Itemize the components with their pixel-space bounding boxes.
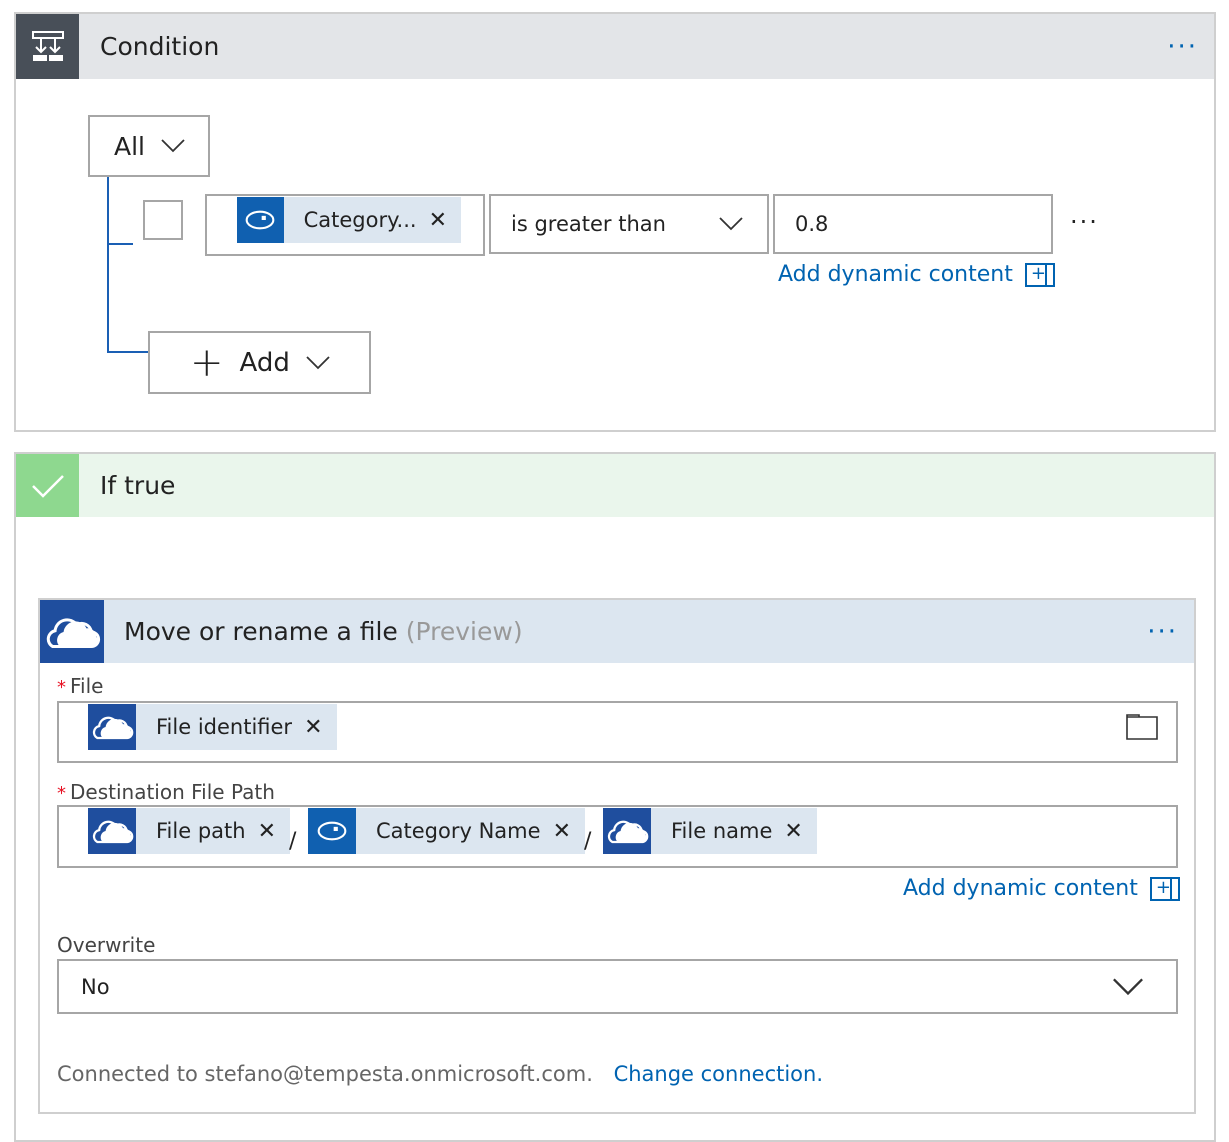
add-dynamic-content-icon: + bbox=[1024, 262, 1055, 287]
remove-token-icon[interactable]: ✕ bbox=[429, 208, 461, 233]
remove-token-icon[interactable]: ✕ bbox=[553, 819, 585, 844]
eye-icon bbox=[308, 808, 356, 854]
remove-token-icon[interactable]: ✕ bbox=[784, 819, 816, 844]
if-true-title: If true bbox=[100, 471, 176, 500]
onedrive-cloud-icon bbox=[603, 808, 651, 854]
token-label: File identifier bbox=[156, 715, 293, 739]
operator-value: is greater than bbox=[511, 212, 666, 236]
file-path-token[interactable]: File path ✕ bbox=[88, 808, 290, 854]
condition-icon bbox=[16, 14, 79, 79]
if-true-header[interactable]: If true bbox=[16, 454, 1214, 517]
tree-branch bbox=[107, 351, 148, 353]
destination-input[interactable]: File path ✕ / Category Name ✕ / File nam… bbox=[57, 805, 1178, 868]
dynamic-token[interactable]: Category... ✕ bbox=[237, 197, 461, 243]
tree-line bbox=[107, 177, 109, 353]
value-text: 0.8 bbox=[795, 212, 829, 236]
file-label: * File bbox=[57, 674, 104, 698]
file-input[interactable]: File identifier ✕ bbox=[57, 701, 1178, 763]
condition-title: Condition bbox=[100, 32, 220, 61]
add-dynamic-content-label: Add dynamic content bbox=[903, 876, 1138, 901]
action-more-button[interactable]: ··· bbox=[1147, 617, 1178, 647]
value-input[interactable]: 0.8 bbox=[773, 194, 1053, 254]
row-checkbox[interactable] bbox=[143, 200, 183, 240]
onedrive-cloud-icon bbox=[88, 704, 136, 750]
add-button[interactable]: + Add bbox=[148, 331, 371, 394]
group-operator-dropdown[interactable]: All bbox=[88, 115, 210, 177]
add-dynamic-content-label: Add dynamic content bbox=[778, 262, 1013, 287]
group-operator-value: All bbox=[114, 131, 145, 161]
file-name-token[interactable]: File name ✕ bbox=[603, 808, 817, 854]
add-dynamic-content-link[interactable]: Add dynamic content + bbox=[778, 262, 1055, 287]
token-label: Category... bbox=[303, 208, 417, 232]
add-dynamic-content-icon: + bbox=[1149, 876, 1180, 901]
change-connection-link[interactable]: Change connection. bbox=[614, 1062, 823, 1086]
action-header[interactable]: Move or rename a file (Preview) ··· bbox=[40, 600, 1194, 663]
remove-token-icon[interactable]: ✕ bbox=[304, 715, 336, 740]
checkmark-icon bbox=[16, 454, 79, 517]
connection-footer: Connected to stefano@tempesta.onmicrosof… bbox=[57, 1062, 823, 1086]
path-separator: / bbox=[289, 829, 297, 854]
file-identifier-token[interactable]: File identifier ✕ bbox=[88, 704, 337, 750]
overwrite-value: No bbox=[81, 974, 110, 999]
add-label: Add bbox=[239, 347, 290, 378]
folder-icon[interactable] bbox=[1125, 711, 1159, 741]
condition-header[interactable]: Condition ··· bbox=[16, 14, 1214, 79]
destination-label: * Destination File Path bbox=[57, 780, 275, 804]
connected-text: Connected to stefano@tempesta.onmicrosof… bbox=[57, 1062, 593, 1086]
token-label: File name bbox=[671, 819, 773, 843]
operator-dropdown[interactable]: is greater than bbox=[489, 194, 769, 254]
token-label: Category Name bbox=[376, 819, 541, 843]
row-more-button[interactable]: ··· bbox=[1070, 208, 1099, 236]
overwrite-dropdown[interactable]: No bbox=[57, 959, 1178, 1014]
chevron-down-icon bbox=[161, 139, 185, 153]
chevron-down-icon bbox=[719, 217, 743, 231]
chevron-down-icon bbox=[1112, 978, 1144, 996]
tree-branch bbox=[107, 243, 133, 245]
plus-icon: + bbox=[190, 339, 224, 386]
add-dynamic-content-link[interactable]: Add dynamic content + bbox=[903, 876, 1180, 901]
onedrive-cloud-icon bbox=[40, 600, 104, 663]
chevron-down-icon bbox=[306, 356, 330, 370]
eye-icon bbox=[237, 197, 284, 243]
condition-more-button[interactable]: ··· bbox=[1167, 32, 1198, 62]
onedrive-cloud-icon bbox=[88, 808, 136, 854]
path-separator: / bbox=[584, 829, 592, 854]
remove-token-icon[interactable]: ✕ bbox=[258, 819, 290, 844]
token-label: File path bbox=[156, 819, 246, 843]
action-title: Move or rename a file (Preview) bbox=[124, 617, 523, 646]
condition-operand-input[interactable]: Category... ✕ bbox=[205, 194, 485, 256]
overwrite-label: Overwrite bbox=[57, 933, 156, 957]
category-name-token[interactable]: Category Name ✕ bbox=[308, 808, 585, 854]
